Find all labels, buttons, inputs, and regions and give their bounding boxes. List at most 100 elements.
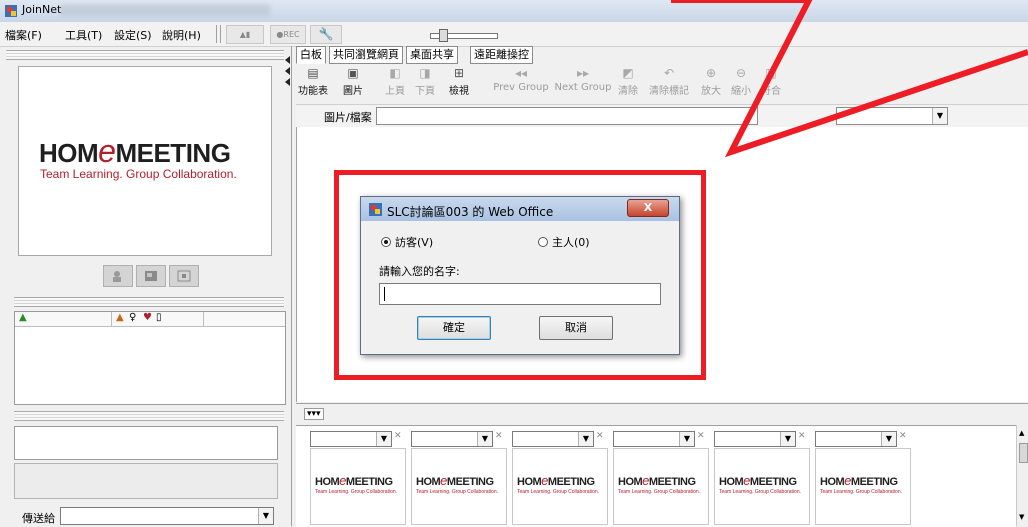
thumbnail[interactable]: ▼ ✕ HOMeMEETING Team Learning. Group Collab… — [409, 429, 507, 525]
thumbnail-select[interactable]: ▼ — [815, 431, 897, 447]
chevron-down-icon[interactable]: ▼ — [376, 432, 391, 446]
chevron-down-icon[interactable]: ▼ — [780, 432, 795, 446]
name-input[interactable] — [379, 283, 661, 305]
ribbon-button-prev-group[interactable]: ◂◂ Prev Group — [492, 64, 550, 93]
ribbon-label: 縮小 — [731, 86, 751, 97]
menu-tools[interactable]: 工具(T) — [65, 27, 102, 43]
file-path-input[interactable] — [376, 107, 758, 125]
ribbon-button-view[interactable]: ⊞ 檢視 — [442, 64, 476, 97]
wrench-button[interactable]: 🔧 — [310, 25, 342, 44]
ribbon-button-menu[interactable]: ▤ 功能表 — [296, 64, 330, 97]
ribbon-button-zoom-in[interactable]: ⊕ 放大 — [694, 64, 728, 97]
thumbnail-logo: HOMeMEETING — [618, 473, 696, 488]
thumbnail[interactable]: ▼ ✕ HOMeMEETING Team Learning. Group Collab… — [813, 429, 911, 525]
thumbnail[interactable]: ▼ ✕ HOMeMEETING Team Learning. Group Collab… — [510, 429, 608, 525]
video-panel-header[interactable] — [6, 50, 284, 60]
collapse-panel-icon[interactable] — [284, 56, 291, 86]
chevron-down-icon[interactable]: ▼ — [932, 108, 947, 124]
thumbnail[interactable]: ▼ ✕ HOMeMEETING Team Learning. Group Collab… — [712, 429, 810, 525]
panel-splitter[interactable] — [291, 46, 292, 526]
ribbon-button-picture[interactable]: ▣ 圖片 — [336, 64, 370, 97]
thumbnail-scrollbar[interactable]: ▲ ▼ — [1016, 425, 1028, 526]
chat-log — [14, 463, 278, 499]
thumbnail-page[interactable]: HOMeMEETING Team Learning. Group Collabor… — [815, 448, 911, 525]
chat-panel-header[interactable] — [14, 411, 284, 421]
window-button[interactable] — [136, 265, 166, 287]
ok-button[interactable]: 確定 — [417, 316, 491, 340]
scroll-up-icon[interactable]: ▲ — [1019, 429, 1024, 437]
snapshot-button[interactable] — [169, 265, 199, 287]
guest-radio[interactable] — [381, 237, 391, 247]
tab-whiteboard[interactable]: 白板 — [296, 46, 326, 64]
thumbnail-close-icon[interactable]: ✕ — [899, 431, 907, 441]
ribbon-button-fit[interactable]: ▥ 符合 — [754, 64, 788, 97]
thumbnail-page[interactable]: HOMeMEETING Team Learning. Group Collabor… — [512, 448, 608, 525]
ribbon-button-next-page[interactable]: ◨ 下頁 — [408, 64, 442, 97]
thumbnail-select[interactable]: ▼ — [411, 431, 493, 447]
logo-text-e: e — [339, 473, 346, 488]
thumbnail-page[interactable]: HOMeMEETING Team Learning. Group Collabor… — [714, 448, 810, 525]
scroll-thumb[interactable] — [1019, 443, 1028, 463]
host-radio[interactable] — [538, 237, 548, 247]
ribbon-button-next-group[interactable]: ▸▸ Next Group — [554, 64, 612, 93]
tab-bar: 白板 共同瀏覽網頁 桌面共享 遠距離操控 — [296, 46, 1028, 64]
send-to-dropdown[interactable]: ▼ — [60, 507, 274, 525]
chat-input[interactable] — [14, 426, 278, 460]
chevron-down-icon[interactable]: ▼ — [881, 432, 896, 446]
user-list[interactable]: ▲ ▲ ♀ ♥ ▯ — [14, 311, 286, 405]
chevron-down-icon[interactable]: ▼ — [477, 432, 492, 446]
thumbnail-close-icon[interactable]: ✕ — [798, 431, 806, 441]
tab-cobrowse[interactable]: 共同瀏覽網頁 — [329, 46, 403, 64]
thumbnail-page[interactable]: HOMeMEETING Team Learning. Group Collabor… — [411, 448, 507, 525]
host-radio-label[interactable]: 主人(0) — [552, 234, 590, 250]
ribbon-button-clear-marks[interactable]: ↶ 清除標記 — [646, 64, 692, 97]
zoom-in-icon: ⊕ — [705, 66, 717, 80]
hand-icon[interactable]: ♥ — [143, 312, 152, 323]
thumbnail[interactable]: ▼ ✕ HOMeMEETING Team Learning. Group Collab… — [611, 429, 709, 525]
ribbon-label: Next Group — [554, 82, 612, 93]
ribbon-button-prev-page[interactable]: ◧ 上頁 — [378, 64, 412, 97]
logo-text-e: e — [642, 473, 649, 488]
thumbnail-tagline: Team Learning. Group Collaboration. — [416, 489, 498, 495]
dialog-titlebar[interactable]: SLC討論區003 的 Web Office X — [361, 197, 679, 221]
microphone-icon[interactable]: ♀ — [129, 312, 136, 323]
page-select[interactable]: ▼ — [836, 107, 948, 125]
user-panel-header[interactable] — [14, 297, 284, 307]
record-button[interactable]: ●REC — [270, 25, 306, 44]
tab-desktop-share[interactable]: 桌面共享 — [406, 46, 458, 64]
cancel-button[interactable]: 取消 — [539, 316, 613, 340]
guest-radio-label[interactable]: 訪客(V) — [395, 234, 433, 250]
logo-text-e: e — [844, 473, 851, 488]
scroll-down-icon[interactable]: ▼ — [1019, 513, 1024, 521]
record-label: REC — [283, 30, 300, 39]
menu-help[interactable]: 說明(H) — [162, 27, 201, 43]
volume-slider-thumb[interactable] — [439, 29, 448, 42]
thumbnail-close-icon[interactable]: ✕ — [495, 431, 503, 441]
chevron-down-icon[interactable]: ▼ — [578, 432, 593, 446]
speaker-user-icon[interactable]: ▲ — [116, 312, 124, 323]
ribbon-button-zoom-out[interactable]: ⊖ 縮小 — [724, 64, 758, 97]
thumbnail-select[interactable]: ▼ — [714, 431, 796, 447]
video-mode-button[interactable]: ▲▮ — [226, 25, 264, 44]
tab-remote-control[interactable]: 遠距離操控 — [470, 46, 533, 64]
thumbnail-select[interactable]: ▼ — [613, 431, 695, 447]
close-button[interactable]: X — [627, 199, 669, 217]
thumbnail[interactable]: ▼ ✕ HOMeMEETING Team Learning. Group Collab… — [308, 429, 406, 525]
thumbnail-toggle[interactable]: ▾▾▾ — [304, 408, 324, 420]
thumbnail-close-icon[interactable]: ✕ — [697, 431, 705, 441]
thumbnail-logo: HOMeMEETING — [719, 473, 797, 488]
ribbon-button-clear[interactable]: ◩ 清除 — [611, 64, 645, 97]
menu-file[interactable]: 檔案(F) — [5, 27, 42, 43]
document-icon[interactable]: ▯ — [156, 312, 162, 323]
menu-settings[interactable]: 設定(S) — [114, 27, 152, 43]
chevron-down-icon[interactable]: ▼ — [258, 508, 273, 524]
chevron-down-icon[interactable]: ▼ — [679, 432, 694, 446]
thumbnail-select[interactable]: ▼ — [512, 431, 594, 447]
thumbnail-close-icon[interactable]: ✕ — [596, 431, 604, 441]
thumbnail-page[interactable]: HOMeMEETING Team Learning. Group Collabor… — [613, 448, 709, 525]
thumbnail-select[interactable]: ▼ — [310, 431, 392, 447]
camera-person-button[interactable] — [103, 265, 133, 287]
thumbnail-page[interactable]: HOMeMEETING Team Learning. Group Collabor… — [310, 448, 406, 525]
ribbon-label: 功能表 — [298, 86, 328, 97]
thumbnail-close-icon[interactable]: ✕ — [394, 431, 402, 441]
